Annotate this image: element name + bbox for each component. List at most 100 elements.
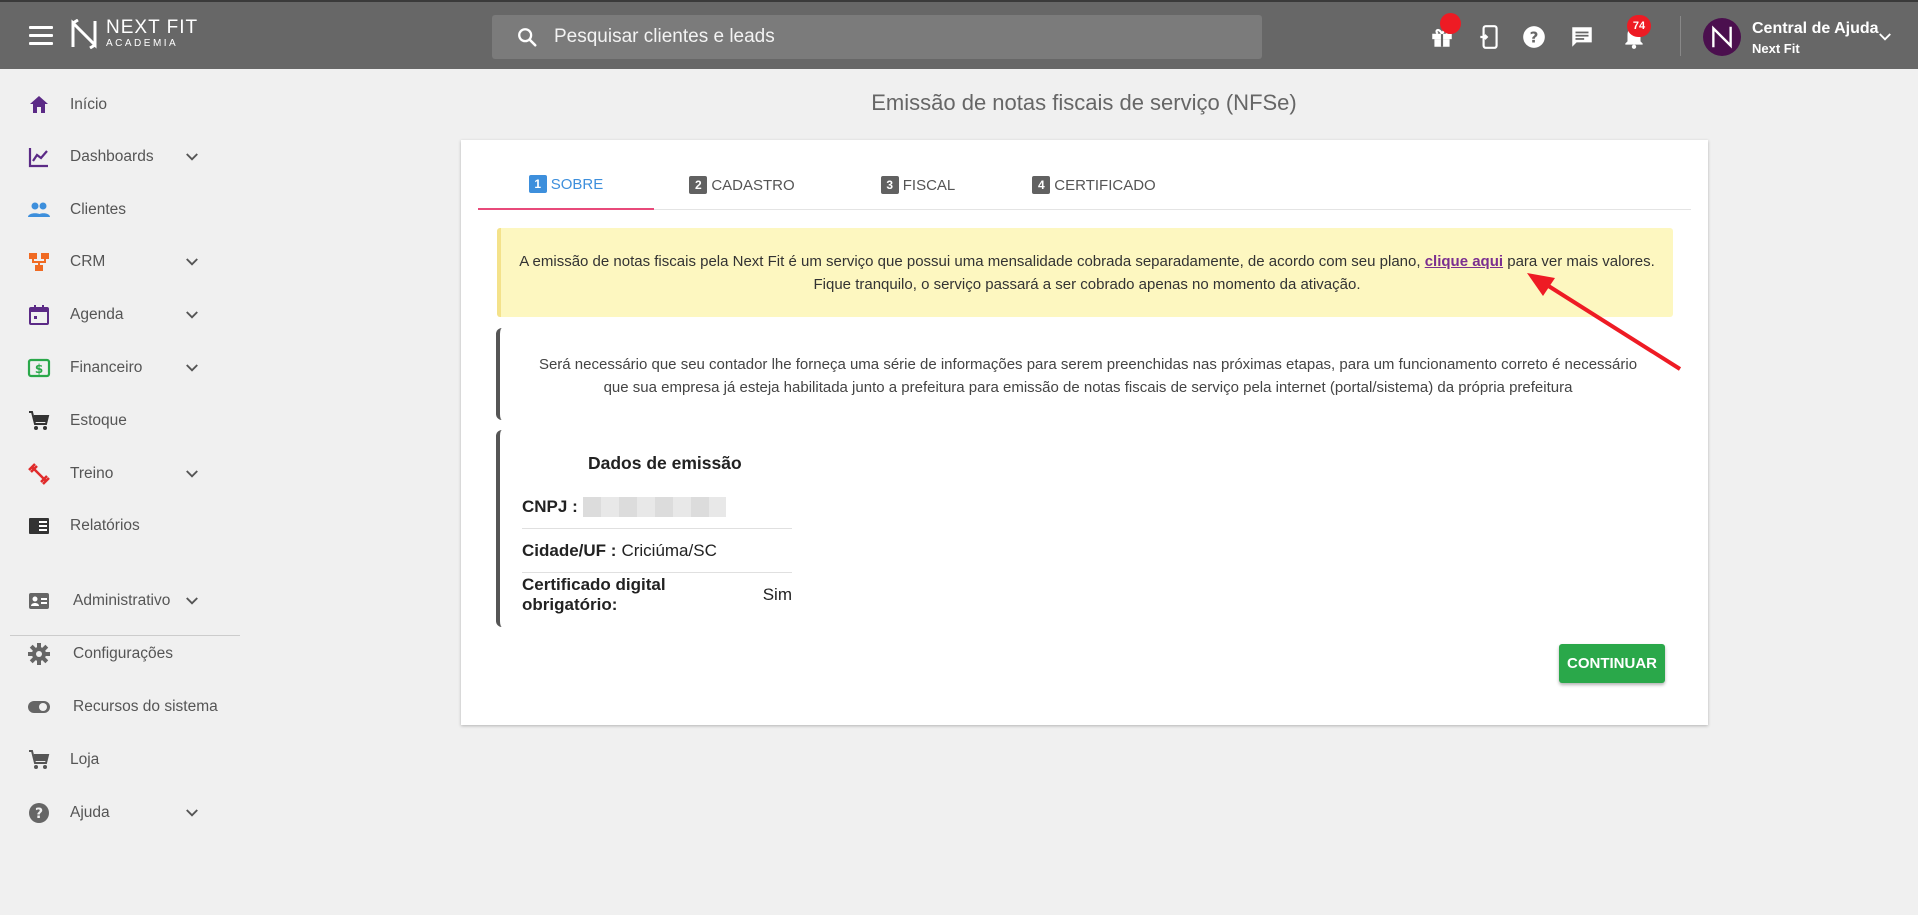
logo-text: NEXT FIT	[106, 17, 199, 38]
stepper-tabs: 1 SOBRE 2 CADASTRO 3 FISCAL 4 CERTIFICAD…	[478, 160, 1691, 210]
id-card-icon	[29, 593, 49, 609]
cidade-value: Criciúma/SC	[621, 540, 717, 560]
chevron-down-icon	[186, 364, 198, 372]
toggle-icon	[28, 701, 50, 713]
tab-sobre[interactable]: 1 SOBRE	[478, 160, 654, 210]
help-icon: ?	[29, 803, 49, 823]
money-icon: $	[27, 358, 51, 378]
gear-icon	[28, 643, 50, 665]
sidebar-item-label: Configurações	[73, 645, 173, 662]
header-divider	[1680, 16, 1681, 56]
annotation-arrow-icon	[1527, 273, 1682, 371]
svg-text:$: $	[35, 362, 43, 376]
sidebar-item-label: Início	[70, 96, 108, 113]
cart-icon	[29, 750, 50, 769]
svg-text:?: ?	[1530, 28, 1539, 46]
sidebar-item-financeiro[interactable]: $ Financeiro	[0, 348, 230, 388]
sidebar-item-configuracoes[interactable]: Configurações	[0, 634, 230, 674]
cnpj-row: CNPJ :	[522, 485, 792, 529]
logo[interactable]: NEXT FIT ACADEMIA	[70, 18, 198, 49]
cnpj-value-redacted	[582, 496, 726, 517]
continue-button[interactable]: CONTINUAR	[1559, 644, 1665, 683]
sidebar-item-crm[interactable]: CRM	[0, 242, 230, 282]
sidebar-item-estoque[interactable]: Estoque	[0, 401, 230, 441]
sidebar-item-administrativo[interactable]: Administrativo	[0, 581, 230, 621]
search-icon	[518, 28, 537, 47]
chat-icon[interactable]	[1569, 24, 1595, 50]
cidade-row: Cidade/UF : Criciúma/SC	[522, 529, 792, 573]
sidebar-item-recursos[interactable]: Recursos do sistema	[0, 687, 230, 727]
sidebar-item-dashboards[interactable]: Dashboards	[0, 137, 230, 177]
tab-certificado[interactable]: 4 CERTIFICADO	[1006, 160, 1182, 210]
tab-fiscal[interactable]: 3 FISCAL	[830, 160, 1006, 210]
chevron-down-icon	[186, 809, 198, 817]
chevron-down-icon	[186, 597, 198, 605]
notification-badge: 74	[1627, 15, 1651, 37]
mobile-icon[interactable]	[1476, 24, 1502, 50]
tab-label: FISCAL	[902, 176, 956, 194]
svg-text:?: ?	[35, 806, 43, 822]
tab-cadastro[interactable]: 2 CADASTRO	[654, 160, 830, 210]
pricing-notice: A emissão de notas fiscais pela Next Fit…	[497, 228, 1673, 317]
chevron-down-icon	[186, 258, 198, 266]
chevron-down-icon	[186, 470, 198, 478]
sidebar-item-label: Relatórios	[70, 517, 140, 534]
gift-badge	[1440, 13, 1461, 34]
sidebar-item-label: Clientes	[70, 201, 126, 218]
logo-subtext: ACADEMIA	[106, 38, 179, 49]
tab-number: 2	[689, 176, 708, 194]
pricing-link[interactable]: clique aqui	[1425, 253, 1503, 270]
user-name: Central de Ajuda	[1752, 20, 1879, 37]
menu-icon[interactable]	[29, 26, 53, 46]
sidebar-item-label: Dashboards	[70, 148, 154, 165]
sidebar-item-label: Financeiro	[70, 359, 143, 376]
chevron-down-icon	[186, 311, 198, 319]
dumbbell-icon	[28, 463, 50, 485]
sidebar-item-relatorios[interactable]: Relatórios	[0, 506, 230, 546]
sidebar-item-label: Estoque	[70, 412, 127, 429]
sidebar-item-agenda[interactable]: Agenda	[0, 295, 230, 335]
user-info[interactable]: Central de Ajuda Next Fit	[1752, 20, 1879, 56]
sidebar-item-label: Recursos do sistema	[73, 698, 218, 715]
cart-icon	[29, 411, 50, 430]
chart-line-icon	[28, 148, 48, 168]
search-input[interactable]	[554, 26, 1204, 48]
tab-number: 4	[1032, 176, 1051, 194]
reports-icon	[29, 518, 49, 534]
requirements-info: Será necessário que seu contador lhe for…	[496, 328, 1676, 420]
logo-mark-icon	[71, 18, 97, 49]
chevron-down-icon	[186, 153, 198, 161]
sidebar-item-label: Treino	[70, 465, 114, 482]
cnpj-label: CNPJ :	[522, 496, 578, 516]
avatar[interactable]	[1703, 18, 1741, 56]
tab-number: 1	[528, 175, 547, 193]
avatar-logo-icon	[1712, 25, 1732, 49]
sidebar-item-clientes[interactable]: Clientes	[0, 190, 230, 230]
certificado-label: Certificado digital obrigatório:	[522, 575, 666, 614]
help-icon[interactable]: ?	[1521, 24, 1547, 50]
sidebar-item-label: Loja	[70, 751, 100, 768]
tab-number: 3	[880, 176, 899, 194]
cidade-label: Cidade/UF :	[522, 540, 617, 560]
sidebar-item-label: Ajuda	[70, 804, 110, 821]
sidebar-item-label: Administrativo	[73, 592, 171, 609]
crm-icon	[29, 253, 49, 271]
tab-label: CADASTRO	[711, 176, 795, 194]
certificado-row: Certificado digital obrigatório: Sim	[522, 573, 792, 617]
sidebar-item-label: Agenda	[70, 306, 124, 323]
search-bar[interactable]	[492, 15, 1262, 59]
notice-text: A emissão de notas fiscais pela Next Fit…	[519, 253, 1421, 270]
emission-data-title: Dados de emissão	[588, 453, 742, 473]
top-bar: NEXT FIT ACADEMIA ? 74	[0, 0, 1918, 69]
calendar-icon	[29, 305, 49, 325]
sidebar-item-treino[interactable]: Treino	[0, 454, 230, 494]
tab-label: CERTIFICADO	[1054, 176, 1156, 194]
nfse-card: 1 SOBRE 2 CADASTRO 3 FISCAL 4 CERTIFICAD…	[461, 140, 1708, 725]
sidebar-item-inicio[interactable]: Início	[0, 85, 230, 125]
sidebar-item-ajuda[interactable]: ? Ajuda	[0, 793, 230, 833]
chevron-down-icon[interactable]	[1876, 28, 1894, 46]
certificado-value: Sim	[762, 585, 792, 604]
home-icon	[30, 96, 48, 113]
sidebar: Início Dashboards Clientes CRM Agenda $ …	[0, 69, 240, 915]
sidebar-item-loja[interactable]: Loja	[0, 740, 230, 780]
